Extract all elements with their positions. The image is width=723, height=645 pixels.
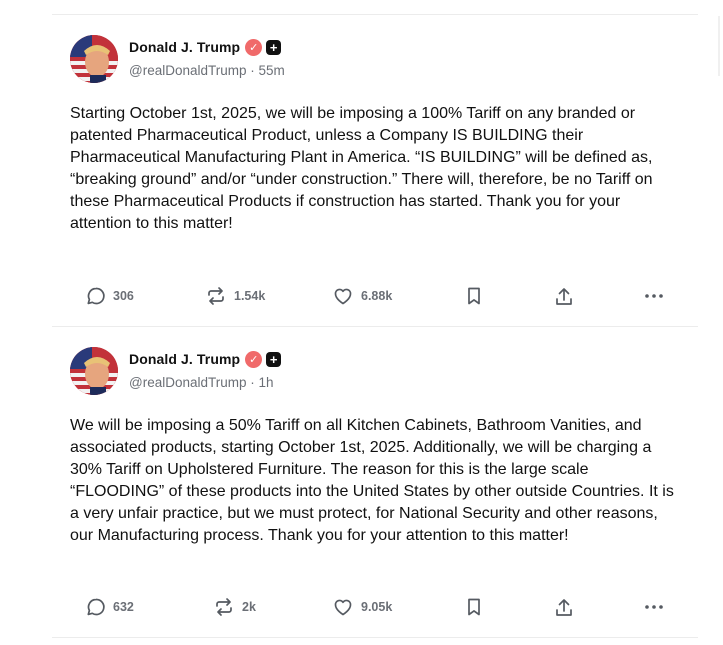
bookmark-icon xyxy=(468,287,480,305)
repost-button[interactable]: 1.54k xyxy=(205,286,265,306)
more-dots-icon xyxy=(645,294,663,298)
like-button[interactable]: 6.88k xyxy=(332,286,392,306)
repost-button[interactable]: 2k xyxy=(213,597,256,617)
post-header: Donald J. Trump ✓ + @realDonaldTrump · 1… xyxy=(70,347,680,395)
verified-badge-icon: ✓ xyxy=(245,350,263,368)
more-options-button[interactable] xyxy=(643,286,665,306)
bookmark-button[interactable] xyxy=(465,286,483,306)
author-name[interactable]: Donald J. Trump xyxy=(129,39,240,55)
meta-separator: · xyxy=(250,63,255,78)
reply-count: 632 xyxy=(113,600,134,614)
post-body: We will be imposing a 50% Tariff on all … xyxy=(70,417,674,544)
post-timestamp[interactable]: 1h xyxy=(259,375,274,390)
share-button[interactable] xyxy=(553,597,575,619)
author-handle-row: @realDonaldTrump · 55m xyxy=(129,63,285,78)
author-handle[interactable]: @realDonaldTrump xyxy=(129,63,247,78)
adjacent-panel-edge xyxy=(718,16,720,76)
author-name[interactable]: Donald J. Trump xyxy=(129,351,240,367)
author-avatar[interactable] xyxy=(70,347,118,395)
repost-count: 2k xyxy=(242,600,256,614)
reply-button[interactable]: 306 xyxy=(86,286,134,306)
like-count: 6.88k xyxy=(361,289,393,303)
meta-separator: · xyxy=(250,375,255,390)
repost-count: 1.54k xyxy=(234,289,266,303)
author-handle-row: @realDonaldTrump · 1h xyxy=(129,375,281,390)
post-actions: 306 1.54k 6.88k xyxy=(70,286,680,310)
like-count: 9.05k xyxy=(361,600,393,614)
post-actions: 632 2k 9.05k xyxy=(70,597,680,621)
speech-bubble-icon xyxy=(87,287,105,305)
post-feed: Donald J. Trump ✓ + @realDonaldTrump · 5… xyxy=(52,14,698,638)
reply-count: 306 xyxy=(113,289,134,303)
share-button[interactable] xyxy=(553,286,575,308)
bookmark-icon xyxy=(468,598,480,616)
heart-icon xyxy=(334,288,352,305)
verified-badge-icon: ✓ xyxy=(245,38,263,56)
post-card[interactable]: Donald J. Trump ✓ + @realDonaldTrump · 1… xyxy=(52,327,698,638)
bookmark-button[interactable] xyxy=(465,597,483,617)
share-upload-icon xyxy=(556,288,572,305)
reply-button[interactable]: 632 xyxy=(86,597,134,617)
more-options-button[interactable] xyxy=(643,597,665,617)
plus-badge-icon: + xyxy=(266,351,282,367)
plus-badge-icon: + xyxy=(266,39,282,55)
author-handle[interactable]: @realDonaldTrump xyxy=(129,375,247,390)
share-upload-icon xyxy=(556,599,572,616)
speech-bubble-icon xyxy=(87,598,105,616)
more-dots-icon xyxy=(645,605,663,609)
heart-icon xyxy=(334,599,352,616)
author-avatar[interactable] xyxy=(70,35,118,83)
post-timestamp[interactable]: 55m xyxy=(259,63,285,78)
like-button[interactable]: 9.05k xyxy=(332,597,392,617)
post-header: Donald J. Trump ✓ + @realDonaldTrump · 5… xyxy=(70,35,680,83)
post-body: Starting October 1st, 2025, we will be i… xyxy=(70,105,653,232)
repost-arrows-icon xyxy=(216,598,232,616)
repost-arrows-icon xyxy=(208,287,224,305)
post-card[interactable]: Donald J. Trump ✓ + @realDonaldTrump · 5… xyxy=(52,15,698,327)
